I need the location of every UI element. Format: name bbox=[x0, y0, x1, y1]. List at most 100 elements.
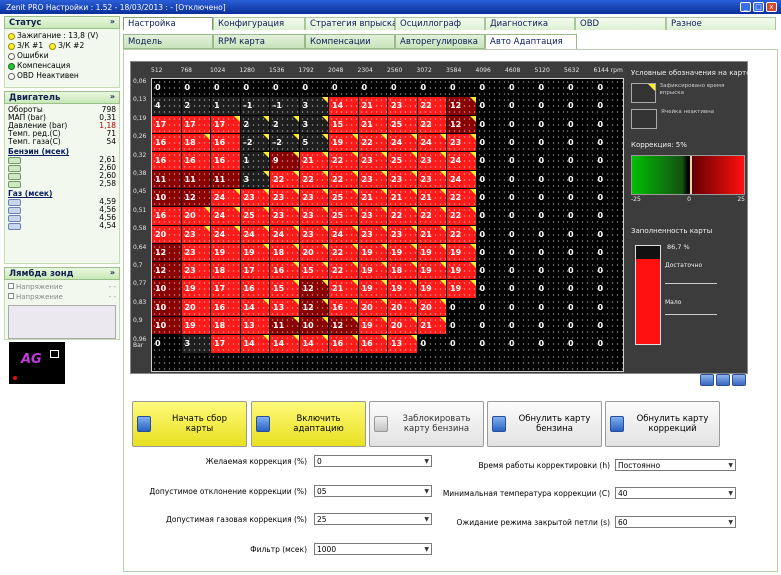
map-cell[interactable]: 14 bbox=[240, 298, 269, 317]
map-cell[interactable]: 0 bbox=[594, 280, 623, 298]
map-cell[interactable]: 23 bbox=[358, 170, 387, 188]
map-cell[interactable]: -1 bbox=[270, 97, 299, 115]
map-cell[interactable]: 24 bbox=[240, 225, 269, 243]
map-cell[interactable]: 2 bbox=[270, 115, 299, 133]
map-cell[interactable]: 21 bbox=[358, 188, 387, 207]
map-cell[interactable]: 20 bbox=[299, 243, 328, 262]
map-cell[interactable]: 0 bbox=[476, 225, 505, 243]
map-cell[interactable]: 12 bbox=[152, 243, 181, 262]
map-cell[interactable]: 23 bbox=[358, 225, 387, 243]
map-cell[interactable]: 20 bbox=[181, 207, 210, 225]
tab-auto-adaptation[interactable]: Авто Адаптация bbox=[485, 34, 577, 49]
tab-injection-strategy[interactable]: Стратегия впрыска bbox=[305, 17, 397, 30]
map-cell[interactable]: 0 bbox=[565, 97, 594, 115]
map-cell[interactable]: 0 bbox=[565, 133, 594, 152]
map-cell[interactable]: 19 bbox=[181, 280, 210, 298]
map-cell[interactable]: 24 bbox=[211, 207, 240, 225]
map-cell[interactable]: 19 bbox=[447, 262, 476, 280]
map-cell[interactable]: 12 bbox=[447, 115, 476, 133]
engine-panel-header[interactable]: Двигатель » bbox=[4, 91, 120, 104]
map-cell[interactable]: 0 bbox=[535, 225, 564, 243]
map-cell[interactable]: 0 bbox=[447, 335, 476, 353]
map-cell[interactable]: 21 bbox=[417, 225, 446, 243]
map-cell[interactable]: 0 bbox=[476, 133, 505, 152]
map-cell[interactable]: 0 bbox=[535, 133, 564, 152]
reset-correction-map-button[interactable]: Обнулить карту коррекций bbox=[605, 401, 720, 447]
map-cell[interactable] bbox=[270, 353, 299, 371]
map-cell[interactable]: 0 bbox=[506, 262, 535, 280]
map-cell[interactable]: 3 bbox=[299, 97, 328, 115]
map-cell[interactable]: 0 bbox=[535, 170, 564, 188]
map-cell[interactable]: 0 bbox=[476, 262, 505, 280]
map-cell[interactable] bbox=[388, 353, 417, 371]
map-cell[interactable]: 16 bbox=[329, 298, 358, 317]
map-cell[interactable] bbox=[211, 353, 240, 371]
map-cell[interactable]: 0 bbox=[535, 317, 564, 335]
map-cell[interactable]: 0 bbox=[447, 79, 476, 97]
map-cell[interactable]: -2 bbox=[270, 133, 299, 152]
map-cell[interactable]: 3 bbox=[181, 335, 210, 353]
map-cell[interactable]: 19 bbox=[181, 317, 210, 335]
lambda-panel-header[interactable]: Лямбда зонд » bbox=[4, 267, 120, 280]
map-cell[interactable]: 22 bbox=[329, 243, 358, 262]
map-cell[interactable]: 23 bbox=[299, 225, 328, 243]
map-cell[interactable]: 0 bbox=[447, 298, 476, 317]
map-cell[interactable]: 0 bbox=[476, 79, 505, 97]
map-cell[interactable] bbox=[565, 353, 594, 371]
map-cell[interactable]: 0 bbox=[476, 280, 505, 298]
map-cell[interactable]: 18 bbox=[211, 262, 240, 280]
desired-correction-select[interactable]: 0 ▼ bbox=[314, 455, 432, 467]
map-cell[interactable]: 19 bbox=[447, 243, 476, 262]
map-cell[interactable]: 19 bbox=[447, 280, 476, 298]
map-cell[interactable]: 22 bbox=[417, 115, 446, 133]
map-cell[interactable]: 10 bbox=[299, 317, 328, 335]
tab-diagnostics[interactable]: Диагностика bbox=[485, 17, 575, 30]
map-cell[interactable]: 0 bbox=[506, 97, 535, 115]
map-cell[interactable]: 22 bbox=[447, 188, 476, 207]
map-cell[interactable]: 12 bbox=[447, 97, 476, 115]
map-cell[interactable]: 2 bbox=[240, 115, 269, 133]
map-cell[interactable]: 21 bbox=[329, 280, 358, 298]
map-cell[interactable]: 0 bbox=[535, 298, 564, 317]
map-cell[interactable]: 0 bbox=[565, 262, 594, 280]
map-cell[interactable]: 0 bbox=[565, 79, 594, 97]
map-cell[interactable]: 10 bbox=[152, 188, 181, 207]
reset-petrol-map-button[interactable]: Обнулить карту бензина bbox=[487, 401, 602, 447]
map-cell[interactable]: 0 bbox=[506, 115, 535, 133]
map-cell[interactable]: 0 bbox=[506, 188, 535, 207]
map-cell[interactable]: 0 bbox=[565, 188, 594, 207]
allowed-deviation-select[interactable]: 05 ▼ bbox=[314, 485, 432, 497]
map-next-button[interactable] bbox=[732, 374, 746, 386]
map-cell[interactable]: 21 bbox=[417, 188, 446, 207]
start-map-collection-button[interactable]: Начать сбор карты bbox=[132, 401, 247, 447]
map-cell[interactable]: 0 bbox=[211, 79, 240, 97]
map-cell[interactable]: 0 bbox=[476, 335, 505, 353]
map-cell[interactable]: 10 bbox=[152, 317, 181, 335]
tab-model[interactable]: Модель bbox=[123, 34, 213, 49]
map-cell[interactable]: 24 bbox=[211, 188, 240, 207]
map-cell[interactable]: 20 bbox=[388, 298, 417, 317]
map-cell[interactable]: 17 bbox=[211, 280, 240, 298]
map-cell[interactable]: 0 bbox=[594, 207, 623, 225]
map-cell[interactable]: 12 bbox=[299, 280, 328, 298]
map-cell[interactable]: 15 bbox=[299, 262, 328, 280]
map-cell[interactable]: 0 bbox=[594, 152, 623, 170]
map-cell[interactable]: 0 bbox=[506, 298, 535, 317]
map-cell[interactable]: 16 bbox=[152, 207, 181, 225]
map-cell[interactable]: 0 bbox=[476, 152, 505, 170]
map-cell[interactable]: 24 bbox=[388, 133, 417, 152]
tab-compensations[interactable]: Компенсации bbox=[305, 34, 395, 49]
enable-adaptation-button[interactable]: Включить адаптацию bbox=[251, 401, 366, 447]
map-cell[interactable]: 0 bbox=[565, 335, 594, 353]
map-cell[interactable]: 16 bbox=[211, 133, 240, 152]
map-cell[interactable]: 12 bbox=[181, 188, 210, 207]
map-cell[interactable]: 16 bbox=[152, 133, 181, 152]
map-cell[interactable]: 13 bbox=[388, 335, 417, 353]
map-cell[interactable]: 0 bbox=[476, 207, 505, 225]
map-cell[interactable]: -2 bbox=[240, 133, 269, 152]
maximize-button[interactable]: □ bbox=[753, 2, 764, 12]
map-cell[interactable]: 0 bbox=[388, 79, 417, 97]
tab-oscilloscope[interactable]: Осциллограф bbox=[395, 17, 485, 30]
map-cell[interactable]: 14 bbox=[299, 335, 328, 353]
map-cell[interactable] bbox=[594, 353, 623, 371]
